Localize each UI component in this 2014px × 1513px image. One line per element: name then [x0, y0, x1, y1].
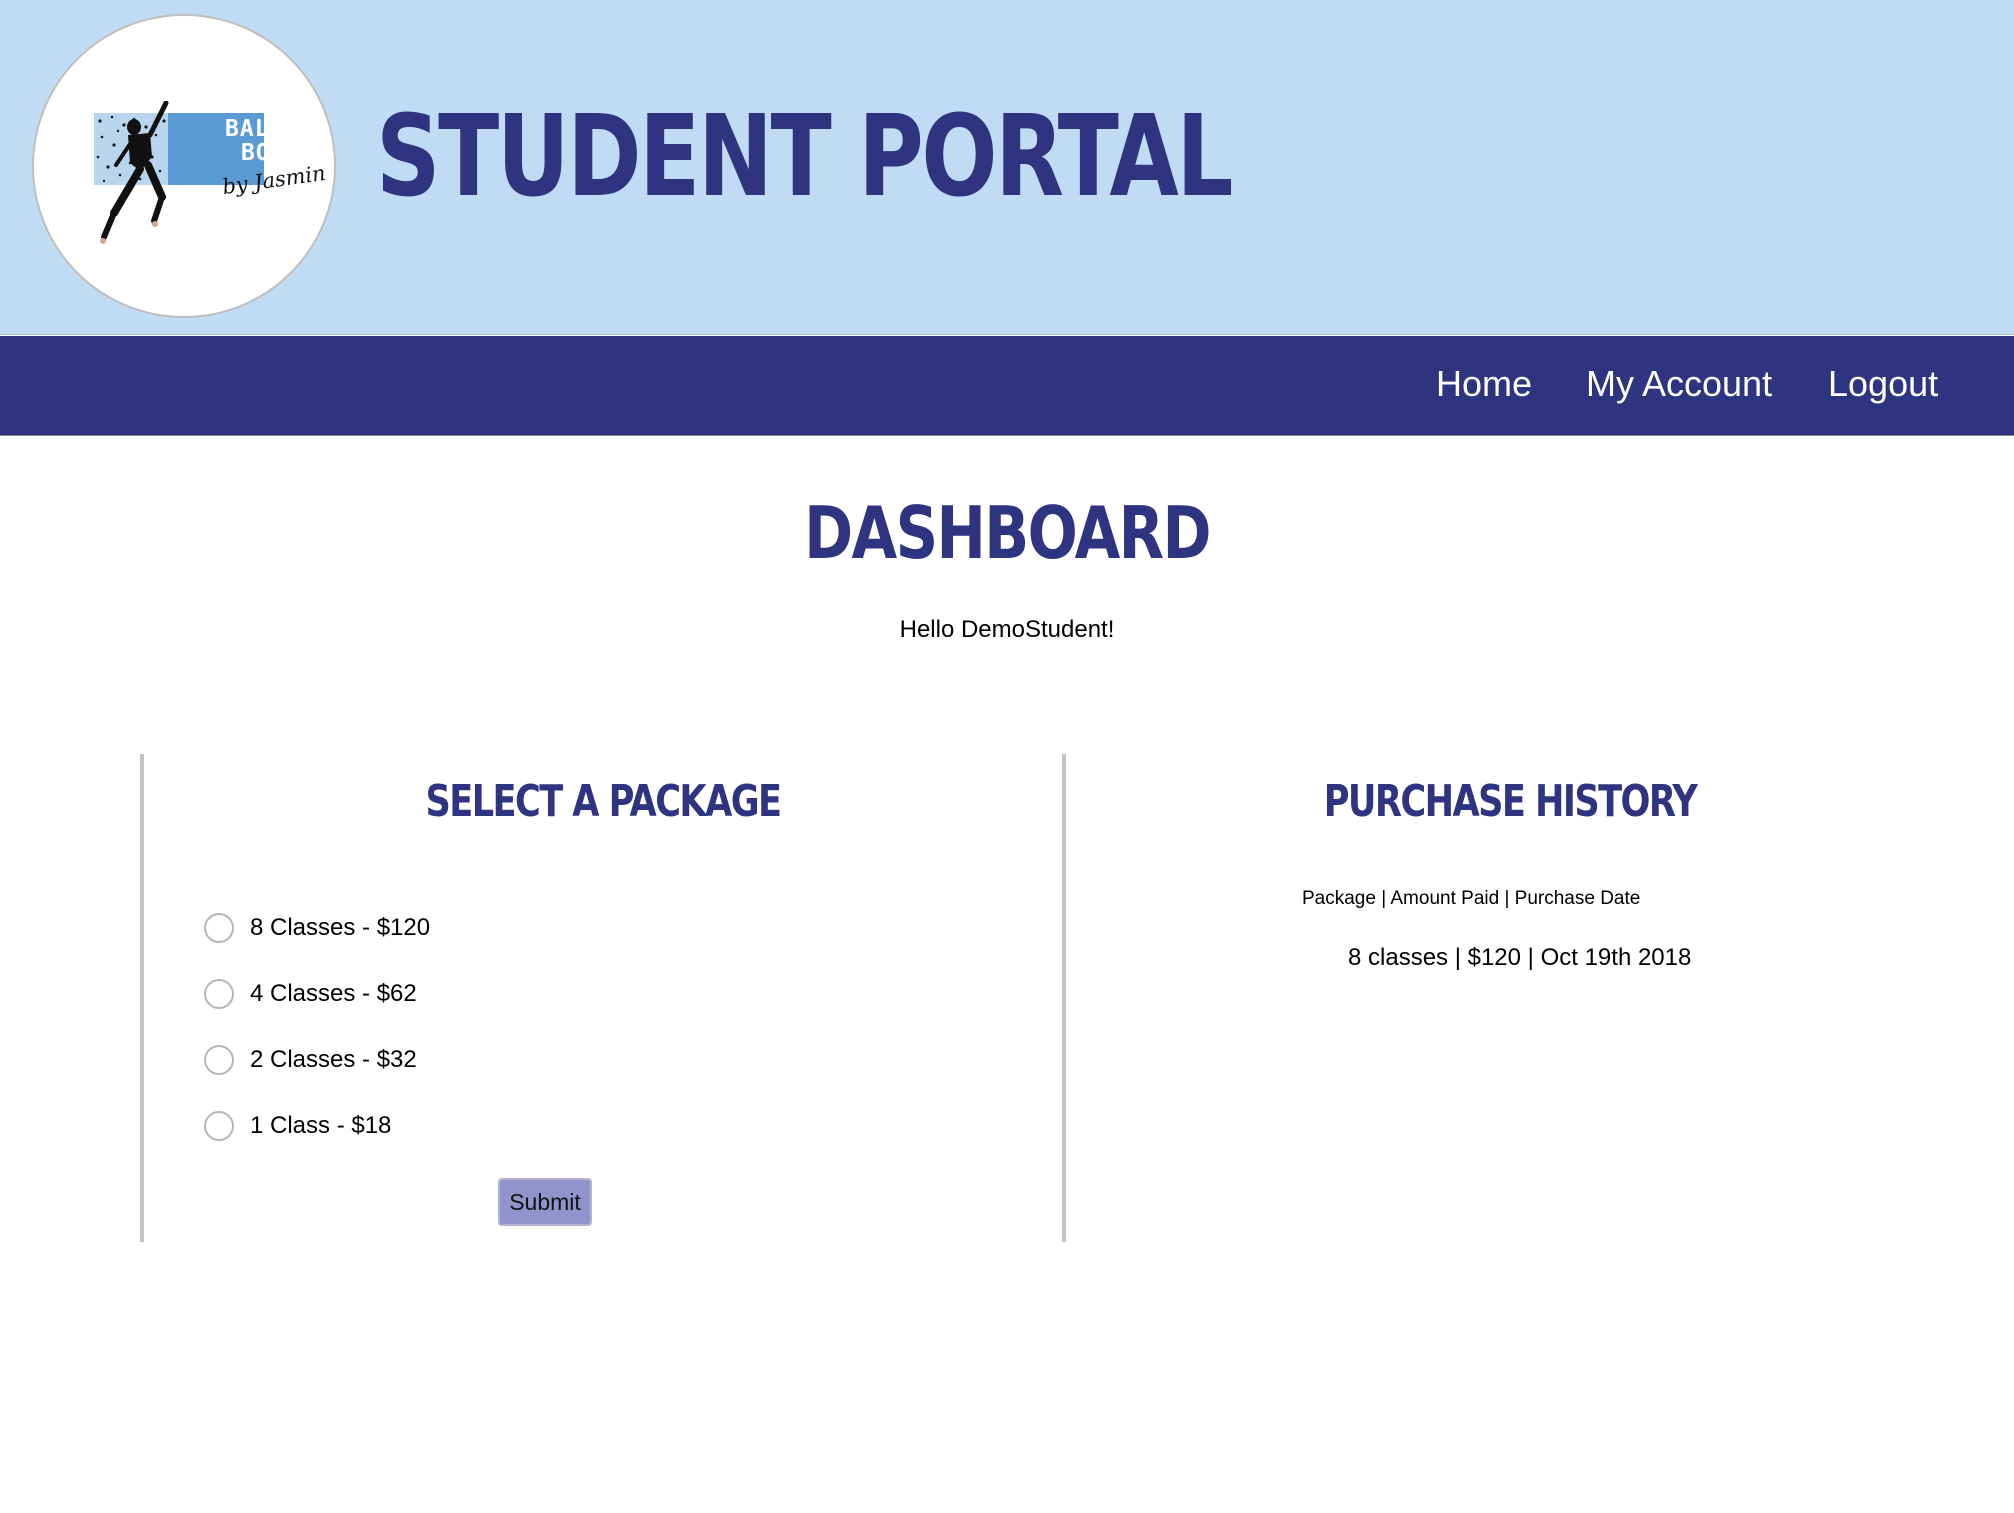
purchase-history-title: PURCHASE HISTORY — [1323, 776, 1698, 827]
select-package-title: SELECT A PACKAGE — [425, 776, 783, 827]
purchase-history-row: 8 classes | $120 | Oct 19th 2018 — [1348, 944, 1692, 971]
radio-button[interactable] — [204, 913, 234, 943]
submit-button[interactable]: Submit — [498, 1178, 592, 1226]
package-option-label: 4 Classes - $62 — [250, 980, 417, 1007]
portal-title: STUDENT PORTAL — [376, 92, 1233, 222]
nav-my-account-link[interactable]: My Account — [1586, 336, 1772, 436]
greeting-text: Hello DemoStudent! — [899, 616, 1115, 643]
package-option-label: 8 Classes - $120 — [250, 914, 431, 941]
radio-button[interactable] — [204, 979, 234, 1009]
package-option-label: 2 Classes - $32 — [250, 1046, 417, 1073]
nav-logout-link[interactable]: Logout — [1828, 336, 1938, 436]
package-option[interactable]: 8 Classes - $120 — [204, 906, 430, 950]
nav-home-link[interactable]: Home — [1436, 336, 1532, 436]
site-header: BALLET BODY by Jasmin STUDENT PORTAL — [0, 0, 2014, 335]
radio-button[interactable] — [204, 1111, 234, 1141]
logo-text-ballet: BALLET — [225, 116, 315, 142]
select-package-panel: SELECT A PACKAGE 8 Classes - $120 4 Clas… — [140, 754, 1066, 1242]
package-option-label: 1 Class - $18 — [250, 1112, 392, 1139]
logo-text-body: BODY — [241, 140, 301, 166]
package-option[interactable]: 4 Classes - $62 — [204, 972, 417, 1016]
ballet-dancer-logo-icon: BALLET BODY by Jasmin — [94, 100, 327, 261]
purchase-history-header: Package | Amount Paid | Purchase Date — [1302, 888, 1641, 909]
purchase-history-panel: PURCHASE HISTORY Package | Amount Paid |… — [1066, 754, 2014, 1242]
main-nav: Home My Account Logout — [0, 336, 2014, 436]
package-option[interactable]: 1 Class - $18 — [204, 1104, 391, 1148]
radio-button[interactable] — [204, 1045, 234, 1075]
logo[interactable]: BALLET BODY by Jasmin — [32, 14, 336, 318]
page-title: DASHBOARD — [804, 491, 1211, 575]
package-option[interactable]: 2 Classes - $32 — [204, 1038, 417, 1082]
